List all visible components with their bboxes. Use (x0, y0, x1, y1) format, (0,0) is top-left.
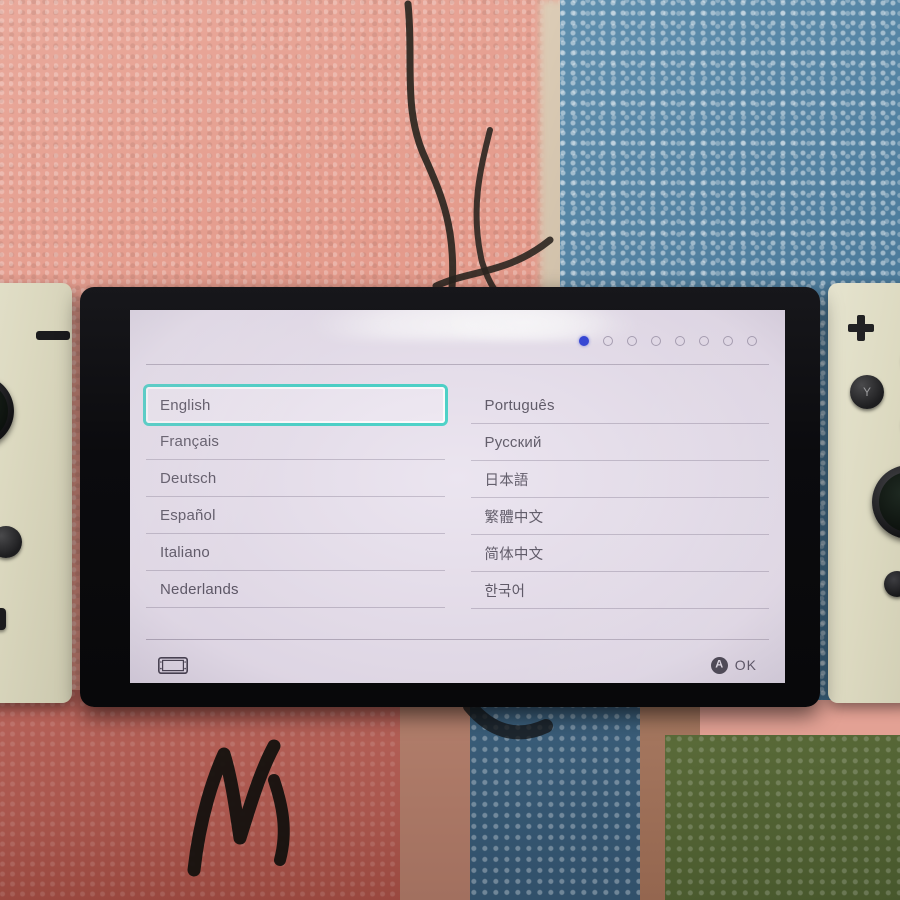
joycon-left-analog-stick[interactable] (0, 375, 14, 447)
language-option-english[interactable]: English (146, 387, 445, 423)
switch-screen: English Français Deutsch Español Italian… (130, 310, 785, 683)
language-option-francais[interactable]: Français (146, 423, 445, 460)
a-button-glyph: A (715, 658, 724, 670)
pagination-dot-8[interactable] (747, 336, 757, 346)
y-button-label: Y (862, 385, 871, 399)
language-option-italiano[interactable]: Italiano (146, 534, 445, 571)
joycon-left[interactable] (0, 283, 72, 703)
pagination-dot-3[interactable] (627, 336, 637, 346)
language-column-left: English Français Deutsch Español Italian… (146, 387, 445, 637)
language-option-korean[interactable]: 한국어 (470, 572, 769, 609)
pagination-dot-7[interactable] (723, 336, 733, 346)
language-option-chinese-simp[interactable]: 简体中文 (470, 535, 769, 572)
pagination-dots (579, 336, 757, 346)
dpad-down-button[interactable] (0, 526, 22, 558)
pagination-dot-1[interactable] (579, 336, 589, 346)
pagination-dot-6[interactable] (699, 336, 709, 346)
screen-footer: A OK (130, 639, 785, 683)
language-column-right: Português Русский 日本語 繁體中文 简体中文 한국어 (470, 387, 769, 637)
right-stick-accent-icon (892, 485, 900, 519)
switch-console-icon (158, 656, 188, 674)
language-option-portugues[interactable]: Português (470, 387, 769, 424)
confirm-button[interactable]: A OK (710, 656, 757, 674)
bear-grip-cap-icon (0, 381, 8, 441)
language-option-japanese[interactable]: 日本語 (470, 461, 769, 498)
language-select-screen: English Français Deutsch Español Italian… (130, 310, 785, 683)
carpet-pink-lower-area (0, 690, 430, 900)
home-button[interactable] (884, 571, 900, 597)
language-option-espanol[interactable]: Español (146, 497, 445, 534)
language-option-russian[interactable]: Русский (470, 424, 769, 461)
language-option-deutsch[interactable]: Deutsch (146, 460, 445, 497)
screen-header (130, 310, 785, 364)
y-button[interactable]: Y (850, 375, 884, 409)
joycon-left-sl-sr-button[interactable] (36, 331, 70, 340)
language-option-nederlands[interactable]: Nederlands (146, 571, 445, 608)
language-list: English Français Deutsch Español Italian… (130, 365, 785, 637)
pagination-dot-5[interactable] (675, 336, 685, 346)
a-button-icon: A (710, 656, 728, 674)
carpet-green-lower-area (665, 735, 900, 900)
right-stick-cap-icon (879, 472, 900, 532)
confirm-label: OK (734, 657, 757, 673)
language-option-chinese-trad[interactable]: 繁體中文 (470, 498, 769, 535)
pagination-dot-2[interactable] (603, 336, 613, 346)
joycon-right-analog-stick[interactable] (872, 465, 900, 539)
pagination-dot-4[interactable] (651, 336, 661, 346)
footer-divider (146, 639, 769, 640)
joycon-right[interactable]: X Y A (828, 283, 900, 703)
bear-face-icon (0, 388, 1, 434)
photo-of-nintendo-switch: X Y A (0, 0, 900, 900)
capture-button[interactable] (0, 608, 6, 630)
